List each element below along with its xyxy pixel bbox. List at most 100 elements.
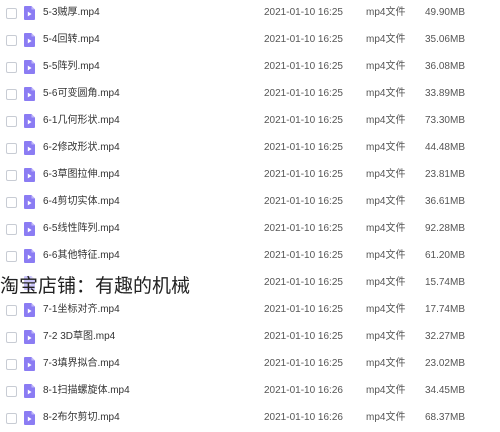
video-file-icon — [24, 222, 35, 236]
file-size: 36.61MB — [424, 196, 465, 207]
file-size: 49.90MB — [424, 7, 465, 18]
file-type: mp4文件 — [366, 142, 406, 153]
file-row[interactable]: 5-6可变圆角.mp4 2021-01-10 16:25 mp4文件 33.89MB — [0, 81, 500, 108]
file-size: 35.06MB — [424, 34, 465, 45]
video-file-icon — [24, 357, 35, 371]
video-file-icon — [24, 249, 35, 263]
file-row[interactable]: 5-5阵列.mp4 2021-01-10 16:25 mp4文件 36.08MB — [0, 54, 500, 81]
file-type: mp4文件 — [366, 196, 406, 207]
file-checkbox[interactable] — [6, 305, 17, 316]
file-type: mp4文件 — [366, 250, 406, 261]
file-modified-date: 2021-01-10 16:25 — [264, 88, 343, 99]
file-modified-date: 2021-01-10 16:25 — [264, 7, 343, 18]
file-name[interactable]: 5-3贼厚.mp4 — [43, 7, 100, 19]
file-row[interactable]: 6-3草图拉伸.mp4 2021-01-10 16:25 mp4文件 23.81MB — [0, 162, 500, 189]
file-row[interactable]: 8-2布尔剪切.mp4 2021-01-10 16:26 mp4文件 68.37MB — [0, 405, 500, 432]
file-modified-date: 2021-01-10 16:25 — [264, 61, 343, 72]
file-name[interactable]: 6-6其他特征.mp4 — [43, 250, 120, 262]
file-type: mp4文件 — [366, 88, 406, 99]
file-checkbox[interactable] — [6, 143, 17, 154]
file-row[interactable]: 5-4回转.mp4 2021-01-10 16:25 mp4文件 35.06MB — [0, 27, 500, 54]
file-type: mp4文件 — [366, 7, 406, 18]
file-list: 5-3贼厚.mp4 2021-01-10 16:25 mp4文件 49.90MB 5-4… — [0, 0, 500, 432]
file-size: 61.20MB — [424, 250, 465, 261]
file-row[interactable]: 6-4剪切实体.mp4 2021-01-10 16:25 mp4文件 36.61MB — [0, 189, 500, 216]
file-name[interactable]: 6-4剪切实体.mp4 — [43, 196, 120, 208]
file-modified-date: 2021-01-10 16:25 — [264, 196, 343, 207]
file-checkbox[interactable] — [6, 332, 17, 343]
file-checkbox[interactable] — [6, 35, 17, 46]
file-type: mp4文件 — [366, 223, 406, 234]
file-name[interactable]: 5-5阵列.mp4 — [43, 61, 100, 73]
video-file-icon — [24, 195, 35, 209]
file-type: mp4文件 — [366, 304, 406, 315]
file-checkbox[interactable] — [6, 197, 17, 208]
video-file-icon — [24, 33, 35, 47]
file-size: 17.74MB — [424, 304, 465, 315]
watermark-text: 淘宝店铺：有趣的机械 — [0, 273, 191, 299]
file-modified-date: 2021-01-10 16:26 — [264, 412, 343, 423]
file-row[interactable]: 6-1几何形状.mp4 2021-01-10 16:25 mp4文件 73.30MB — [0, 108, 500, 135]
file-type: mp4文件 — [366, 169, 406, 180]
file-name[interactable]: 7-3填界拟合.mp4 — [43, 358, 120, 370]
file-size: 68.37MB — [424, 412, 465, 423]
file-name[interactable]: 7-1坐标对齐.mp4 — [43, 304, 120, 316]
file-row[interactable]: 7-3填界拟合.mp4 2021-01-10 16:25 mp4文件 23.02MB — [0, 351, 500, 378]
file-row[interactable]: 5-3贼厚.mp4 2021-01-10 16:25 mp4文件 49.90MB — [0, 0, 500, 27]
video-file-icon — [24, 87, 35, 101]
file-name[interactable]: 8-1扫描螺旋体.mp4 — [43, 385, 130, 397]
file-size: 36.08MB — [424, 61, 465, 72]
file-checkbox[interactable] — [6, 62, 17, 73]
file-row[interactable]: 8-1扫描螺旋体.mp4 2021-01-10 16:26 mp4文件 34.45MB — [0, 378, 500, 405]
file-row[interactable]: 6-5线性阵列.mp4 2021-01-10 16:25 mp4文件 92.28MB — [0, 216, 500, 243]
file-type: mp4文件 — [366, 412, 406, 423]
video-file-icon — [24, 168, 35, 182]
file-type: mp4文件 — [366, 277, 406, 288]
file-size: 73.30MB — [424, 115, 465, 126]
file-size: 23.81MB — [424, 169, 465, 180]
file-modified-date: 2021-01-10 16:25 — [264, 277, 343, 288]
file-name[interactable]: 7-2 3D草图.mp4 — [43, 331, 115, 343]
file-checkbox[interactable] — [6, 413, 17, 424]
file-name[interactable]: 5-4回转.mp4 — [43, 34, 100, 46]
video-file-icon — [24, 384, 35, 398]
file-checkbox[interactable] — [6, 386, 17, 397]
video-file-icon — [24, 141, 35, 155]
file-size: 92.28MB — [424, 223, 465, 234]
file-name[interactable]: 6-3草图拉伸.mp4 — [43, 169, 120, 181]
file-modified-date: 2021-01-10 16:25 — [264, 142, 343, 153]
file-checkbox[interactable] — [6, 8, 17, 19]
file-checkbox[interactable] — [6, 116, 17, 127]
file-modified-date: 2021-01-10 16:25 — [264, 358, 343, 369]
file-name[interactable]: 6-1几何形状.mp4 — [43, 115, 120, 127]
file-checkbox[interactable] — [6, 170, 17, 181]
file-name[interactable]: 5-6可变圆角.mp4 — [43, 88, 120, 100]
file-row[interactable]: 7-1坐标对齐.mp4 2021-01-10 16:25 mp4文件 17.74MB — [0, 297, 500, 324]
video-file-icon — [24, 6, 35, 20]
video-file-icon — [24, 330, 35, 344]
file-name[interactable]: 6-5线性阵列.mp4 — [43, 223, 120, 235]
file-type: mp4文件 — [366, 34, 406, 45]
file-modified-date: 2021-01-10 16:25 — [264, 331, 343, 342]
file-row[interactable]: 6-6其他特征.mp4 2021-01-10 16:25 mp4文件 61.20MB — [0, 243, 500, 270]
file-row[interactable]: 7-2 3D草图.mp4 2021-01-10 16:25 mp4文件 32.27MB — [0, 324, 500, 351]
file-name[interactable]: 6-2修改形状.mp4 — [43, 142, 120, 154]
file-modified-date: 2021-01-10 16:25 — [264, 250, 343, 261]
file-size: 33.89MB — [424, 88, 465, 99]
file-checkbox[interactable] — [6, 251, 17, 262]
file-modified-date: 2021-01-10 16:26 — [264, 385, 343, 396]
file-checkbox[interactable] — [6, 89, 17, 100]
file-size: 23.02MB — [424, 358, 465, 369]
file-modified-date: 2021-01-10 16:25 — [264, 169, 343, 180]
file-checkbox[interactable] — [6, 359, 17, 370]
file-row[interactable]: 6-2修改形状.mp4 2021-01-10 16:25 mp4文件 44.48MB — [0, 135, 500, 162]
file-modified-date: 2021-01-10 16:25 — [264, 223, 343, 234]
file-checkbox[interactable] — [6, 224, 17, 235]
file-size: 15.74MB — [424, 277, 465, 288]
file-modified-date: 2021-01-10 16:25 — [264, 115, 343, 126]
file-size: 44.48MB — [424, 142, 465, 153]
file-type: mp4文件 — [366, 331, 406, 342]
video-file-icon — [24, 114, 35, 128]
file-modified-date: 2021-01-10 16:25 — [264, 304, 343, 315]
file-name[interactable]: 8-2布尔剪切.mp4 — [43, 412, 120, 424]
